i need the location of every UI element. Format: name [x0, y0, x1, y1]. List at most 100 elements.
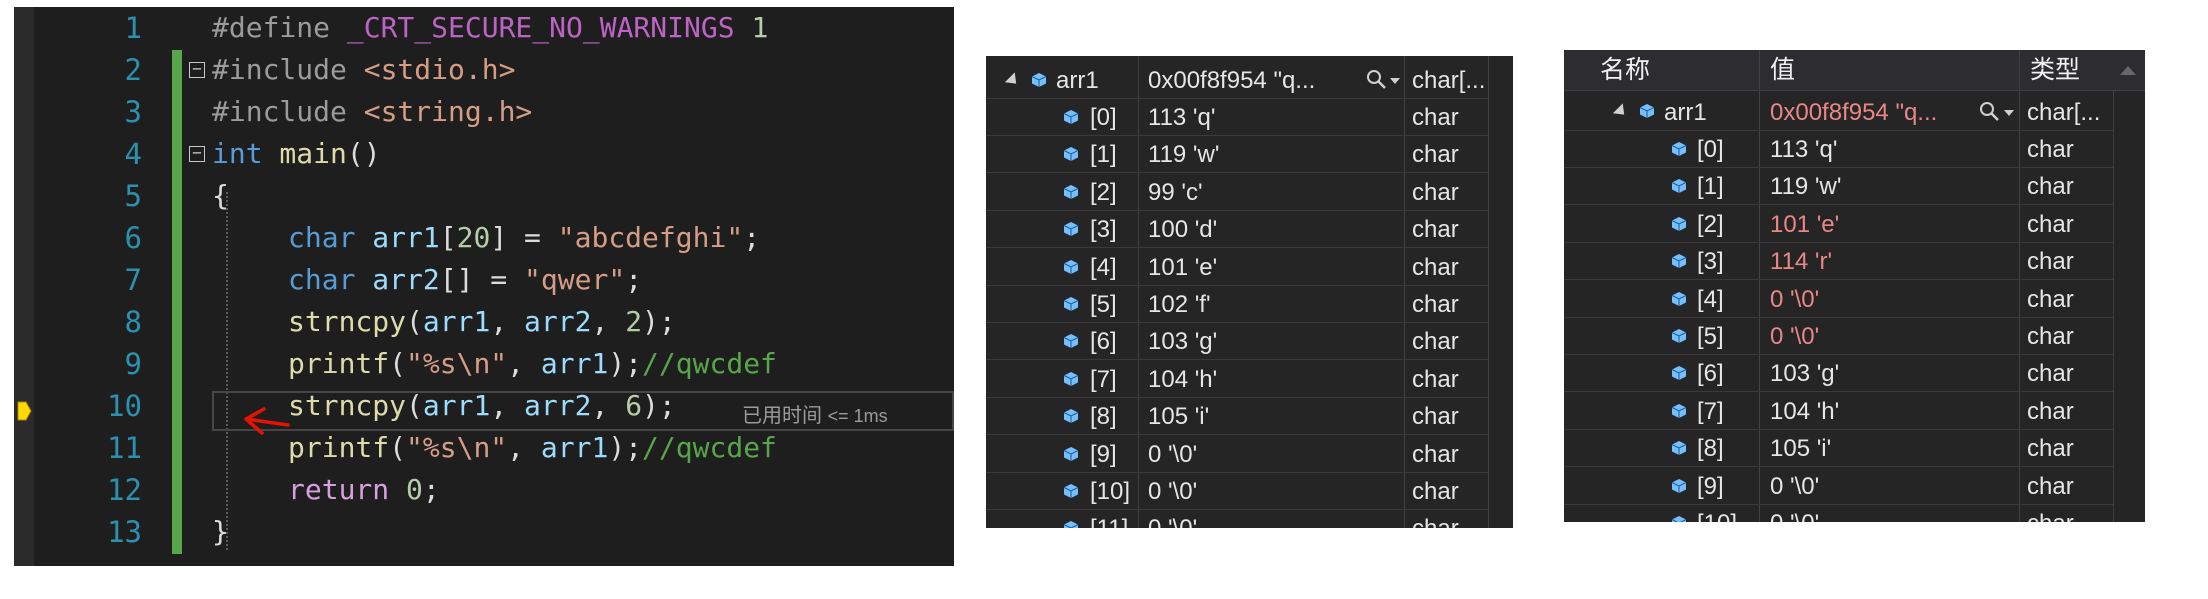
watch-name: [5] [1090, 291, 1117, 318]
watch-type: char [1412, 216, 1459, 244]
object-cube-icon [1063, 521, 1079, 528]
code-line-6[interactable]: 6 char arr1[20] = "abcdefghi"; [14, 217, 954, 259]
column-divider [1488, 56, 1489, 528]
watch-value: 0 '\0' [1770, 472, 1820, 500]
fold-icon[interactable]: − [189, 145, 205, 162]
watch-value: 119 'w' [1148, 141, 1220, 169]
watch-name: [8] [1090, 403, 1117, 431]
watch-row-element[interactable]: [4] 101 'e' char [986, 249, 1488, 286]
watch-row-element[interactable]: [6] 103 'g' char [986, 323, 1488, 361]
watch-value: 113 'q' [1770, 136, 1838, 163]
watch-row-element[interactable]: [7] 104 'h' char [1564, 393, 2113, 430]
code-text: #include <string.h> [212, 95, 533, 128]
watch-name: arr1 [1056, 67, 1099, 94]
watch-row-element[interactable]: [7] 104 'h' char [986, 361, 1488, 398]
dropdown-arrow-icon[interactable] [2004, 110, 2014, 116]
code-line-7[interactable]: 7 char arr2[] = "qwer"; [14, 259, 954, 301]
code-line-4[interactable]: 4 − int main() [14, 133, 954, 175]
watch-value: 104 'h' [1770, 397, 1840, 425]
object-cube-icon [1063, 334, 1079, 349]
watch-name: [3] [1697, 248, 1724, 276]
code-text: strncpy(arr1, arr2, 6); [288, 389, 676, 422]
watch-panel-after[interactable]: 名称 值 类型 arr1 0x00f8f954 "q... char[... [… [1564, 50, 2145, 522]
header-value[interactable]: 值 [1770, 50, 1970, 90]
watch-value: 0 '\0' [1770, 323, 1820, 350]
code-editor[interactable]: 1 #define _CRT_SECURE_NO_WARNINGS 1 2 − … [14, 7, 954, 566]
watch-row-element[interactable]: [1] 119 'w' char [1564, 168, 2113, 206]
watch-name: [9] [1090, 440, 1117, 468]
watch-panel-before[interactable]: arr1 0x00f8f954 "q... char[... [0] 113 'q… [986, 56, 1513, 528]
watch-name: [0] [1090, 104, 1117, 131]
expand-arrow-icon[interactable] [1612, 103, 1630, 120]
scroll-up-icon[interactable] [2120, 66, 2136, 75]
line-number: 2 [124, 53, 142, 87]
watch-row-element[interactable]: [6] 103 'g' char [1564, 355, 2113, 393]
watch-row-element[interactable]: [9] 0 '\0' char [986, 436, 1488, 473]
code-text: #define _CRT_SECURE_NO_WARNINGS 1 [212, 11, 769, 44]
watch-value: 0 '\0' [1770, 505, 2015, 522]
watch-row-element[interactable]: [5] 0 '\0' char [1564, 318, 2113, 355]
object-cube-icon [1671, 291, 1687, 306]
line-number: 3 [124, 95, 142, 129]
code-line-8[interactable]: 8 strncpy(arr1, arr2, 2); [14, 301, 954, 343]
header-name[interactable]: 名称 [1600, 50, 1750, 90]
code-line-13[interactable]: 13 } [14, 511, 954, 553]
fold-icon[interactable]: − [189, 61, 205, 78]
code-line-9[interactable]: 9 printf("%s\n", arr1);//qwcdef [14, 343, 954, 385]
watch-type: char [1412, 253, 1459, 281]
watch-row-element[interactable]: [10] 0 '\0' char [986, 473, 1488, 510]
watch-row-element[interactable]: [8] 105 'i' char [1564, 430, 2113, 468]
code-line-5[interactable]: 5 { [14, 175, 954, 217]
header-type[interactable]: 类型 [2030, 50, 2120, 90]
code-text: printf("%s\n", arr1);//qwcdef [288, 347, 777, 380]
expand-arrow-icon[interactable] [1004, 72, 1022, 89]
watch-row-element[interactable]: [10] 0 '\0' char [1564, 505, 2113, 522]
watch-value: 0 '\0' [1770, 285, 1820, 313]
line-number: 5 [124, 179, 142, 213]
watch-value: 101 'e' [1770, 210, 1840, 238]
object-cube-icon [1063, 446, 1079, 461]
watch-row-element[interactable]: [4] 0 '\0' char [1564, 281, 2113, 318]
code-line-1[interactable]: 1 #define _CRT_SECURE_NO_WARNINGS 1 [14, 7, 954, 49]
watch-type: char [1412, 478, 1459, 505]
watch-row-element[interactable]: [9] 0 '\0' char [1564, 468, 2113, 505]
watch-type: char [1412, 328, 1459, 356]
watch-row-element[interactable]: [0] 113 'q' char [986, 99, 1488, 136]
code-line-12[interactable]: 12 return 0; [14, 469, 954, 511]
watch-row-element[interactable]: [2] 99 'c' char [986, 174, 1488, 211]
code-line-11[interactable]: 11 printf("%s\n", arr1);//qwcdef [14, 427, 954, 469]
watch-row-arr1[interactable]: arr1 0x00f8f954 "q... char[... [1564, 94, 2113, 131]
watch-row-element[interactable]: [8] 105 'i' char [986, 398, 1488, 436]
watch-row-element[interactable]: [0] 113 'q' char [1564, 131, 2113, 168]
watch-row-element[interactable]: [2] 101 'e' char [1564, 206, 2113, 243]
watch-name: [8] [1697, 435, 1724, 463]
watch-type: char [1412, 440, 1459, 468]
search-icon[interactable] [1978, 100, 2000, 122]
watch-name: [11] [1090, 510, 1136, 528]
watch-row-element[interactable]: [3] 114 'r' char [1564, 243, 2113, 281]
watch-value: 0 '\0' [1148, 440, 1198, 468]
watch-value: 104 'h' [1148, 365, 1218, 393]
line-number: 1 [124, 11, 142, 45]
dropdown-arrow-icon[interactable] [1390, 78, 1400, 84]
watch-name: [1] [1697, 173, 1724, 201]
watch-row-element[interactable]: [5] 102 'f' char [986, 286, 1488, 323]
watch-type: char [1412, 141, 1459, 169]
watch-row-arr1[interactable]: arr1 0x00f8f954 "q... char[... [986, 62, 1488, 99]
watch-row-element[interactable]: [11] 0 '\0' char [986, 510, 1488, 528]
object-cube-icon [1671, 329, 1687, 343]
elapsed-time-hint: 已用时间 <= 1ms [742, 405, 888, 427]
watch-value: 103 'g' [1148, 328, 1218, 356]
watch-row-element[interactable]: [3] 100 'd' char [986, 211, 1488, 249]
object-cube-icon [1063, 409, 1079, 424]
code-text: int main() [212, 137, 381, 170]
watch-value: 99 'c' [1148, 178, 1203, 206]
code-line-2[interactable]: 2 − #include <stdio.h> [14, 49, 954, 91]
object-cube-icon [1671, 441, 1687, 456]
object-cube-icon [1063, 184, 1079, 199]
search-icon[interactable] [1365, 68, 1387, 90]
code-line-3[interactable]: 3 #include <string.h> [14, 91, 954, 133]
watch-type: char [2027, 323, 2074, 350]
watch-row-element[interactable]: [1] 119 'w' char [986, 136, 1488, 174]
code-text: printf("%s\n", arr1);//qwcdef [288, 431, 777, 464]
